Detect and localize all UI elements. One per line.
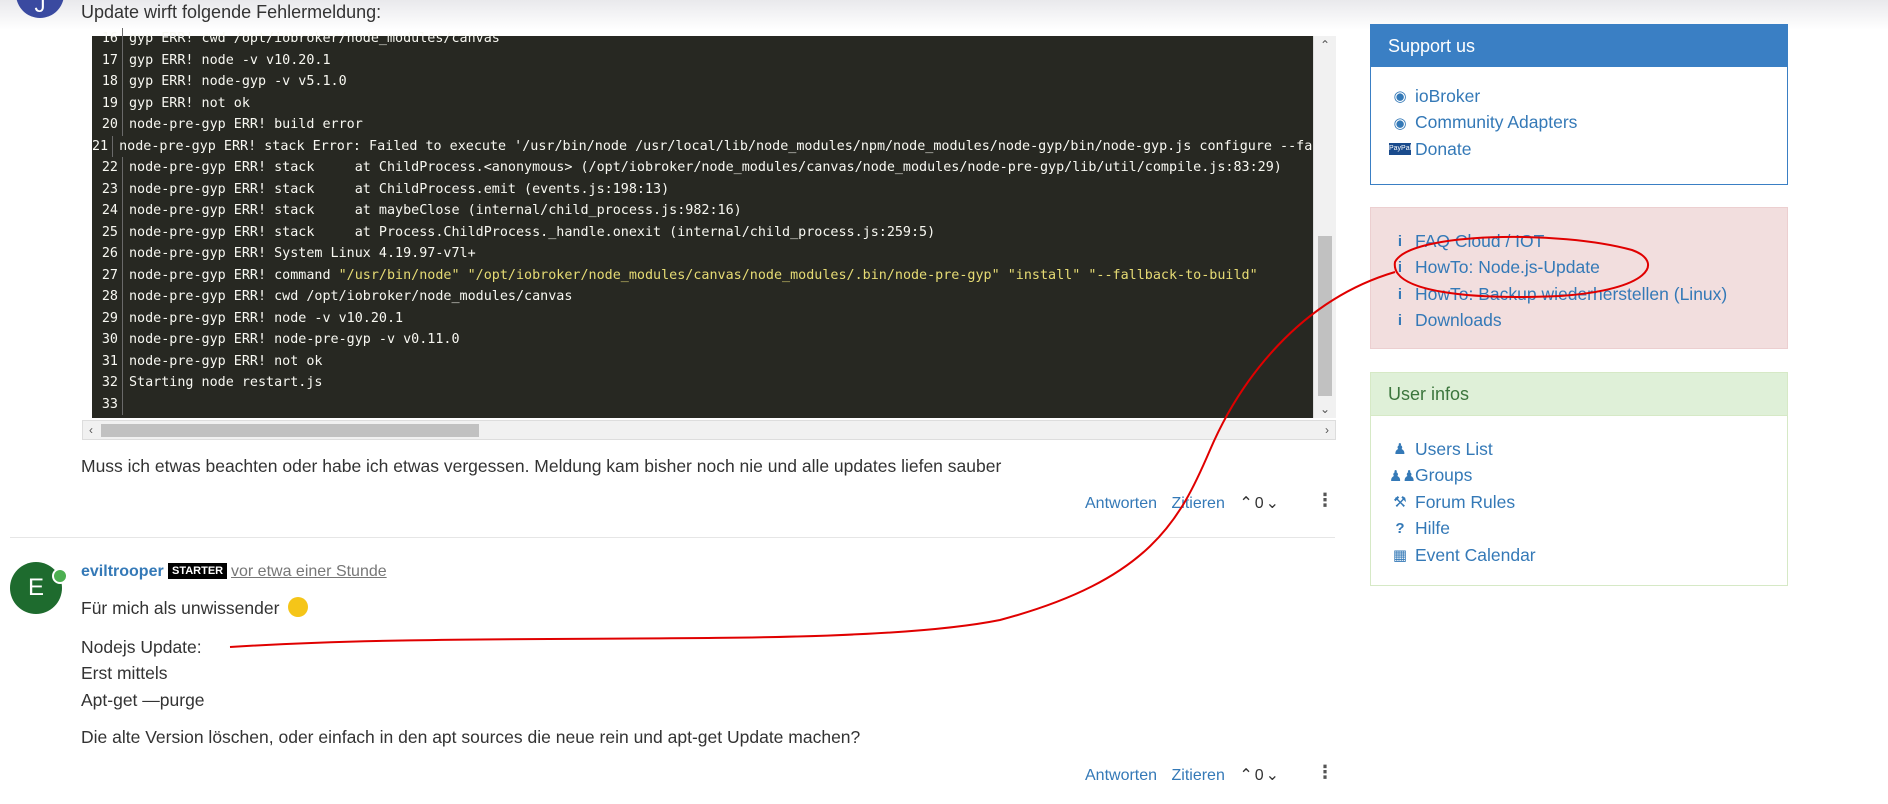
annotation-circle bbox=[1393, 235, 1650, 298]
red-annotation-curve bbox=[229, 235, 1650, 648]
annotation-line bbox=[229, 271, 1396, 648]
